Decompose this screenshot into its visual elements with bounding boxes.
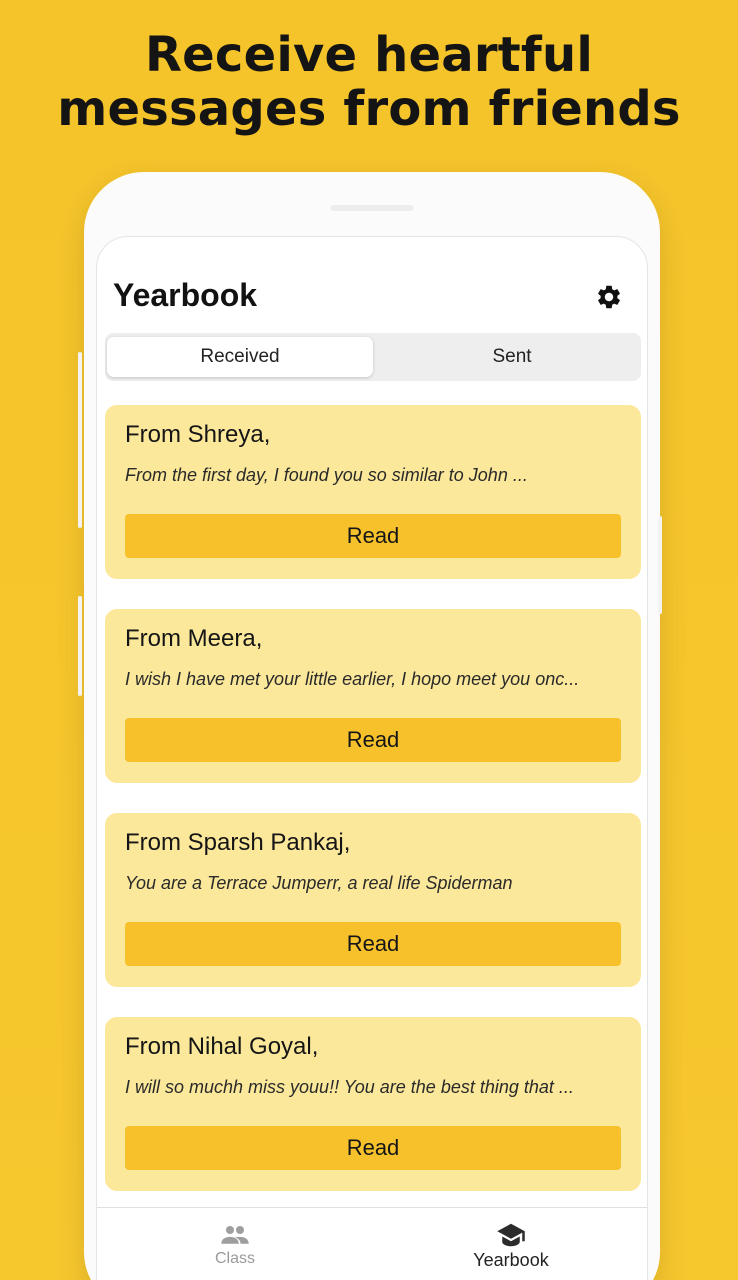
nav-item-class[interactable]: Class xyxy=(97,1208,373,1280)
phone-side-button xyxy=(658,516,662,614)
message-card: From Nihal Goyal, I will so muchh miss y… xyxy=(105,1017,641,1191)
headline-line-2: messages from friends xyxy=(57,81,681,137)
app-screen: Yearbook Received Sent From Shreya, From… xyxy=(96,236,648,1280)
tab-received[interactable]: Received xyxy=(107,337,373,377)
phone-speaker xyxy=(330,205,414,211)
promo-headline: Receive heartful messages from friends xyxy=(0,28,738,136)
message-card: From Sparsh Pankaj, You are a Terrace Ju… xyxy=(105,813,641,987)
headline-line-1: Receive heartful xyxy=(145,27,593,83)
message-sender: From Sparsh Pankaj, xyxy=(125,829,351,856)
message-card: From Meera, I wish I have met your littl… xyxy=(105,609,641,783)
app-title: Yearbook xyxy=(113,277,258,313)
message-sender: From Meera, xyxy=(125,625,263,652)
message-preview: You are a Terrace Jumperr, a real life S… xyxy=(125,873,513,893)
read-button[interactable]: Read xyxy=(125,718,621,762)
tab-sent[interactable]: Sent xyxy=(379,337,645,377)
nav-label-class: Class xyxy=(214,1250,255,1267)
people-icon xyxy=(220,1222,250,1248)
message-sender: From Nihal Goyal, xyxy=(125,1033,319,1060)
phone-side-button xyxy=(78,596,82,696)
tab-bar: Received Sent xyxy=(105,333,641,381)
message-preview: I wish I have met your little earlier, I… xyxy=(125,669,580,689)
graduation-cap-icon xyxy=(496,1222,526,1248)
message-preview: I will so muchh miss youu!! You are the … xyxy=(125,1077,574,1097)
message-card: From Shreya, From the first day, I found… xyxy=(105,405,641,579)
app-bar: Yearbook xyxy=(97,237,647,333)
gear-icon[interactable] xyxy=(593,281,625,313)
read-button[interactable]: Read xyxy=(125,1126,621,1170)
message-preview: From the first day, I found you so simil… xyxy=(125,465,528,485)
nav-item-yearbook[interactable]: Yearbook xyxy=(373,1208,647,1280)
message-sender: From Shreya, xyxy=(125,421,271,448)
nav-label-yearbook: Yearbook xyxy=(473,1250,549,1270)
read-button[interactable]: Read xyxy=(125,922,621,966)
bottom-navigation: Class Yearbook xyxy=(97,1207,647,1280)
phone-side-button xyxy=(78,352,82,528)
read-button[interactable]: Read xyxy=(125,514,621,558)
